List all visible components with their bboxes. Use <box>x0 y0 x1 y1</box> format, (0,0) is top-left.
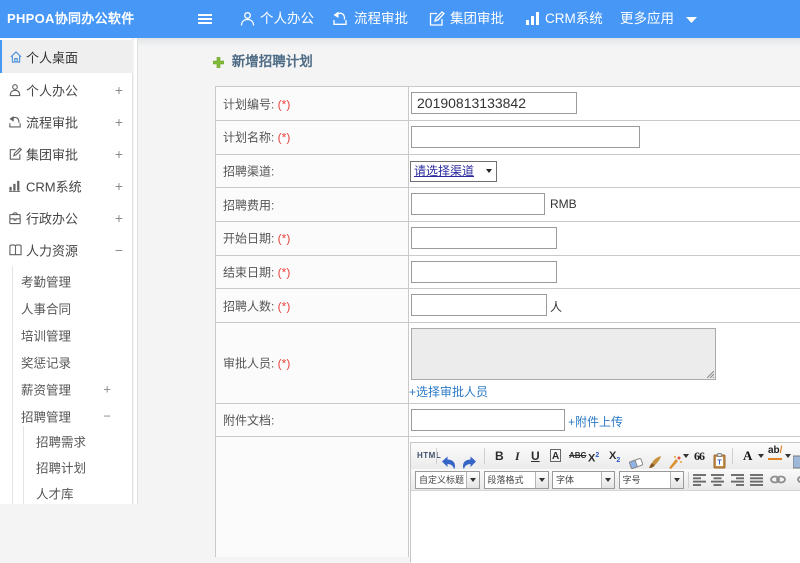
svg-text:T: T <box>717 460 722 467</box>
